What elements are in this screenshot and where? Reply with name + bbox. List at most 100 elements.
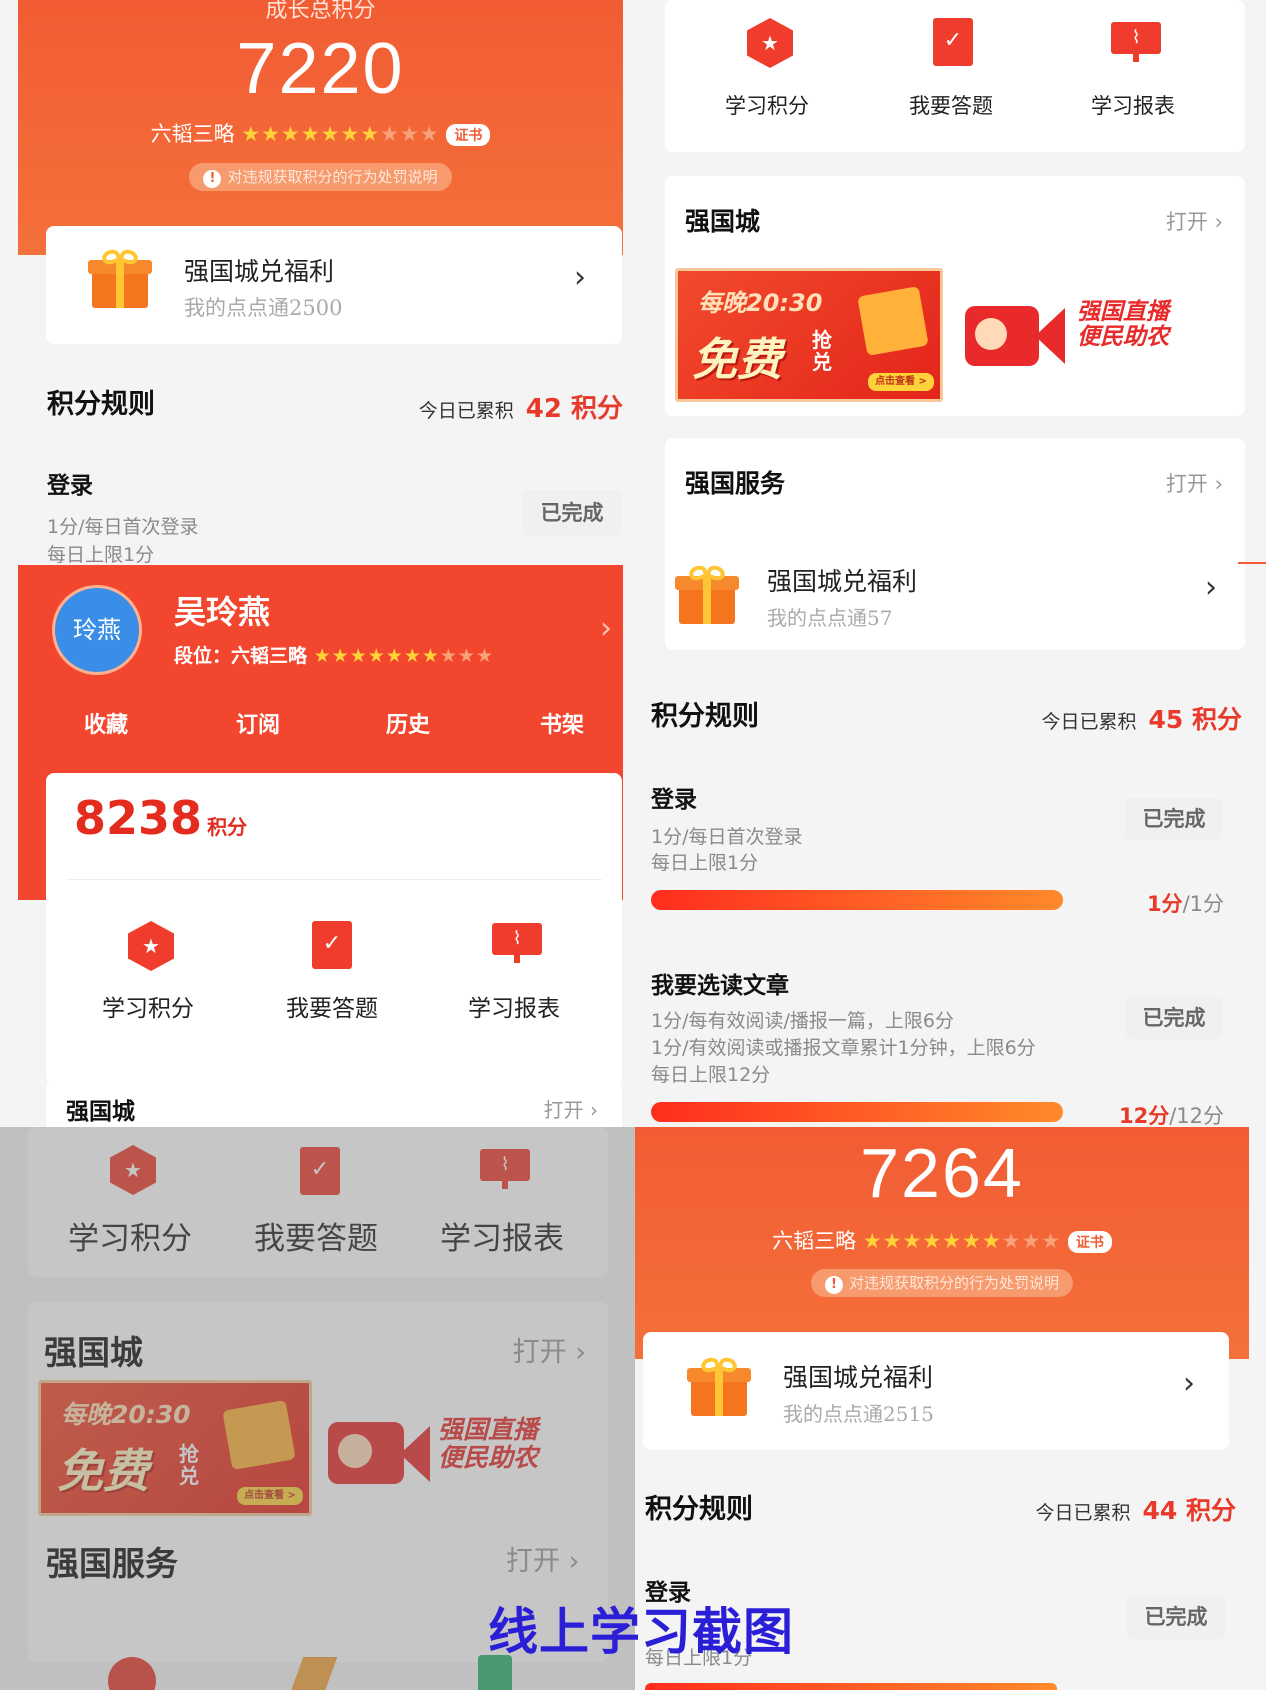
report-chart-icon: ⌇ — [492, 923, 542, 963]
chevron-right-icon: › — [1205, 570, 1217, 605]
city-title: 强国城 — [685, 207, 761, 236]
cert-badge[interactable]: 证书 — [1067, 1231, 1112, 1253]
welfare-title: 强国城兑福利 — [783, 1363, 934, 1392]
caption-text: 线上学习截图 — [488, 1602, 794, 1661]
gift-icon — [88, 247, 152, 308]
today-label: 今日已累积 — [418, 400, 514, 422]
study-points-label: 学习积分 — [102, 996, 194, 1022]
login-desc-2: 每日上限1分 — [47, 544, 155, 565]
gift-icon — [687, 1355, 751, 1416]
login-progress-value: 1分 — [1146, 892, 1183, 916]
login-title: 登录 — [651, 786, 697, 813]
login-done-button[interactable]: 已完成 — [1127, 1595, 1225, 1639]
login-progress-text: 1分/1分 — [1147, 888, 1224, 918]
cert-badge[interactable]: 证书 — [446, 124, 491, 146]
user-name: 吴玲燕 — [174, 593, 271, 631]
rank-name: 六韬三略 — [772, 1229, 857, 1253]
score-card: 8238 积分 ★ 学习积分 ✓ 我要答题 ⌇ 学习报表 — [46, 773, 622, 1085]
tab-favorites[interactable]: 收藏 — [84, 707, 128, 739]
chevron-right-icon: › — [574, 260, 586, 295]
divider — [66, 879, 602, 880]
city-card: 强国城 打开 › 每晚20:30 免费 抢兑 点击查看 > 强国直播 便民助农 — [665, 176, 1245, 416]
city-title: 强国城 — [66, 1098, 135, 1125]
total-score: 7220 — [236, 29, 405, 109]
rank-row: 段位：六韬三略 ★★★★★★★★★★ — [174, 641, 494, 668]
article-progress-text: 12分/12分 — [1119, 1100, 1224, 1127]
hero-label: 成长总积分 — [265, 0, 376, 23]
penalty-notice-link[interactable]: ! 对违规获取积分的行为处罚说明 — [189, 163, 452, 191]
total-score: 7264 — [860, 1134, 1024, 1212]
login-done-button[interactable]: 已完成 — [1125, 798, 1223, 840]
today-label: 今日已累积 — [1041, 711, 1137, 733]
study-report-label: 学习报表 — [1091, 94, 1175, 118]
service-title: 强国服务 — [685, 469, 786, 498]
gift-icon — [675, 563, 739, 624]
rules-title: 积分规则 — [645, 1494, 753, 1525]
welfare-points: 我的点点通57 — [767, 606, 893, 630]
article-done-button[interactable]: 已完成 — [1125, 997, 1223, 1039]
points-score: 8238 积分 — [74, 791, 247, 845]
panel-mid-left: 玲燕 吴玲燕 段位：六韬三略 ★★★★★★★★★★ › 收藏 订阅 历史 书架 … — [0, 565, 635, 1127]
tab-subscriptions[interactable]: 订阅 — [236, 707, 280, 739]
article-desc-1: 1分/每有效阅读/播报一篇，上限6分 — [651, 1010, 954, 1032]
warning-icon: ! — [203, 170, 222, 188]
tab-bookshelf[interactable]: 书架 — [540, 707, 584, 739]
today-value: 44 积分 — [1142, 1496, 1237, 1525]
city-card-partial: 强国城 打开 › — [46, 1080, 622, 1127]
welfare-card[interactable]: 强国城兑福利 我的点点通2500 › — [46, 226, 622, 344]
penalty-notice-link[interactable]: ! 对违规获取积分的行为处罚说明 — [810, 1269, 1073, 1297]
welfare-card[interactable]: 强国城兑福利 我的点点通57 › — [665, 540, 1245, 650]
today-total: 今日已累积 45 积分 — [1041, 700, 1242, 736]
today-total: 今日已累积 42 积分 — [419, 388, 623, 425]
avatar[interactable]: 玲燕 — [52, 585, 142, 675]
article-title: 我要选读文章 — [651, 972, 789, 999]
rank-name: 六韬三略 — [150, 122, 235, 146]
panel-top-right: ★ 学习积分 ✓ 我要答题 ⌇ 学习报表 强国城 打开 › 每晚20:30 免费… — [635, 0, 1266, 1127]
welfare-points: 我的点点通2500 — [184, 296, 343, 320]
study-points-label: 学习积分 — [725, 94, 809, 118]
welfare-points: 我的点点通2515 — [783, 1402, 934, 1426]
free-exchange-banner[interactable]: 每晚20:30 免费 抢兑 点击查看 > — [675, 268, 943, 402]
profile-chevron-icon[interactable]: › — [600, 611, 612, 646]
welfare-card[interactable]: 强国城兑福利 我的点点通2515 › — [643, 1332, 1229, 1450]
panel-edge-line — [1238, 562, 1266, 564]
penalty-notice-text: 对违规获取积分的行为处罚说明 — [227, 168, 438, 186]
city-open-link[interactable]: 打开 › — [544, 1094, 598, 1123]
warning-icon: ! — [824, 1276, 843, 1294]
article-progress-value: 12分 — [1118, 1104, 1170, 1127]
tab-history[interactable]: 历史 — [386, 707, 430, 739]
points-unit: 积分 — [207, 815, 248, 839]
answer-quiz-label: 我要答题 — [286, 996, 378, 1022]
welfare-title: 强国城兑福利 — [184, 257, 335, 286]
login-desc-1: 1分/每日首次登录 — [47, 516, 199, 538]
article-progress-track — [651, 1102, 1063, 1122]
login-progress-total: /1分 — [1182, 892, 1224, 916]
rank-stars: ★★★★★★★★★★ — [862, 1229, 1062, 1253]
banner-time: 每晚20:30 — [698, 289, 823, 317]
score-hero: 成长总积分 7220 六韬三略 ★★★★★★★★★★ 证书 ! 对违规获取积分的行… — [18, 0, 623, 255]
rank-label: 段位：六韬三略 — [174, 645, 308, 667]
score-hero: 7264 六韬三略 ★★★★★★★★★★ 证书 ! 对违规获取积分的行为处罚说明 — [635, 1127, 1249, 1359]
study-points-icon: ★ — [747, 18, 793, 68]
login-progress-track — [651, 890, 1063, 910]
article-progress-total: /12分 — [1169, 1104, 1224, 1127]
rules-title: 积分规则 — [47, 389, 155, 420]
live-broadcast-banner[interactable]: 强国直播 便民助农 — [965, 286, 1225, 386]
city-open-link[interactable]: 打开 › — [1166, 206, 1223, 236]
today-total: 今日已累积 44 积分 — [1035, 1491, 1236, 1527]
rank-stars: ★★★★★★★★★★ — [313, 645, 494, 667]
login-desc-2: 每日上限1分 — [651, 852, 759, 874]
film-reel-icon — [975, 318, 1007, 350]
article-progress-bar — [651, 1102, 1063, 1122]
panel-top-left: 成长总积分 7220 六韬三略 ★★★★★★★★★★ 证书 ! 对违规获取积分的行… — [0, 0, 635, 565]
study-report-label: 学习报表 — [468, 996, 560, 1022]
login-done-button[interactable]: 已完成 — [522, 490, 622, 536]
rank-stars: ★★★★★★★★★★ — [241, 122, 440, 146]
camera-lens-shape — [1035, 308, 1065, 364]
today-label: 今日已累积 — [1035, 1502, 1131, 1524]
quiz-clipboard-icon: ✓ — [933, 18, 973, 66]
article-desc-3: 每日上限12分 — [651, 1064, 771, 1086]
live-text: 强国直播 便民助农 — [1077, 299, 1169, 351]
service-open-link[interactable]: 打开 › — [1166, 468, 1223, 498]
banner-view-button[interactable]: 点击查看 > — [868, 373, 934, 391]
